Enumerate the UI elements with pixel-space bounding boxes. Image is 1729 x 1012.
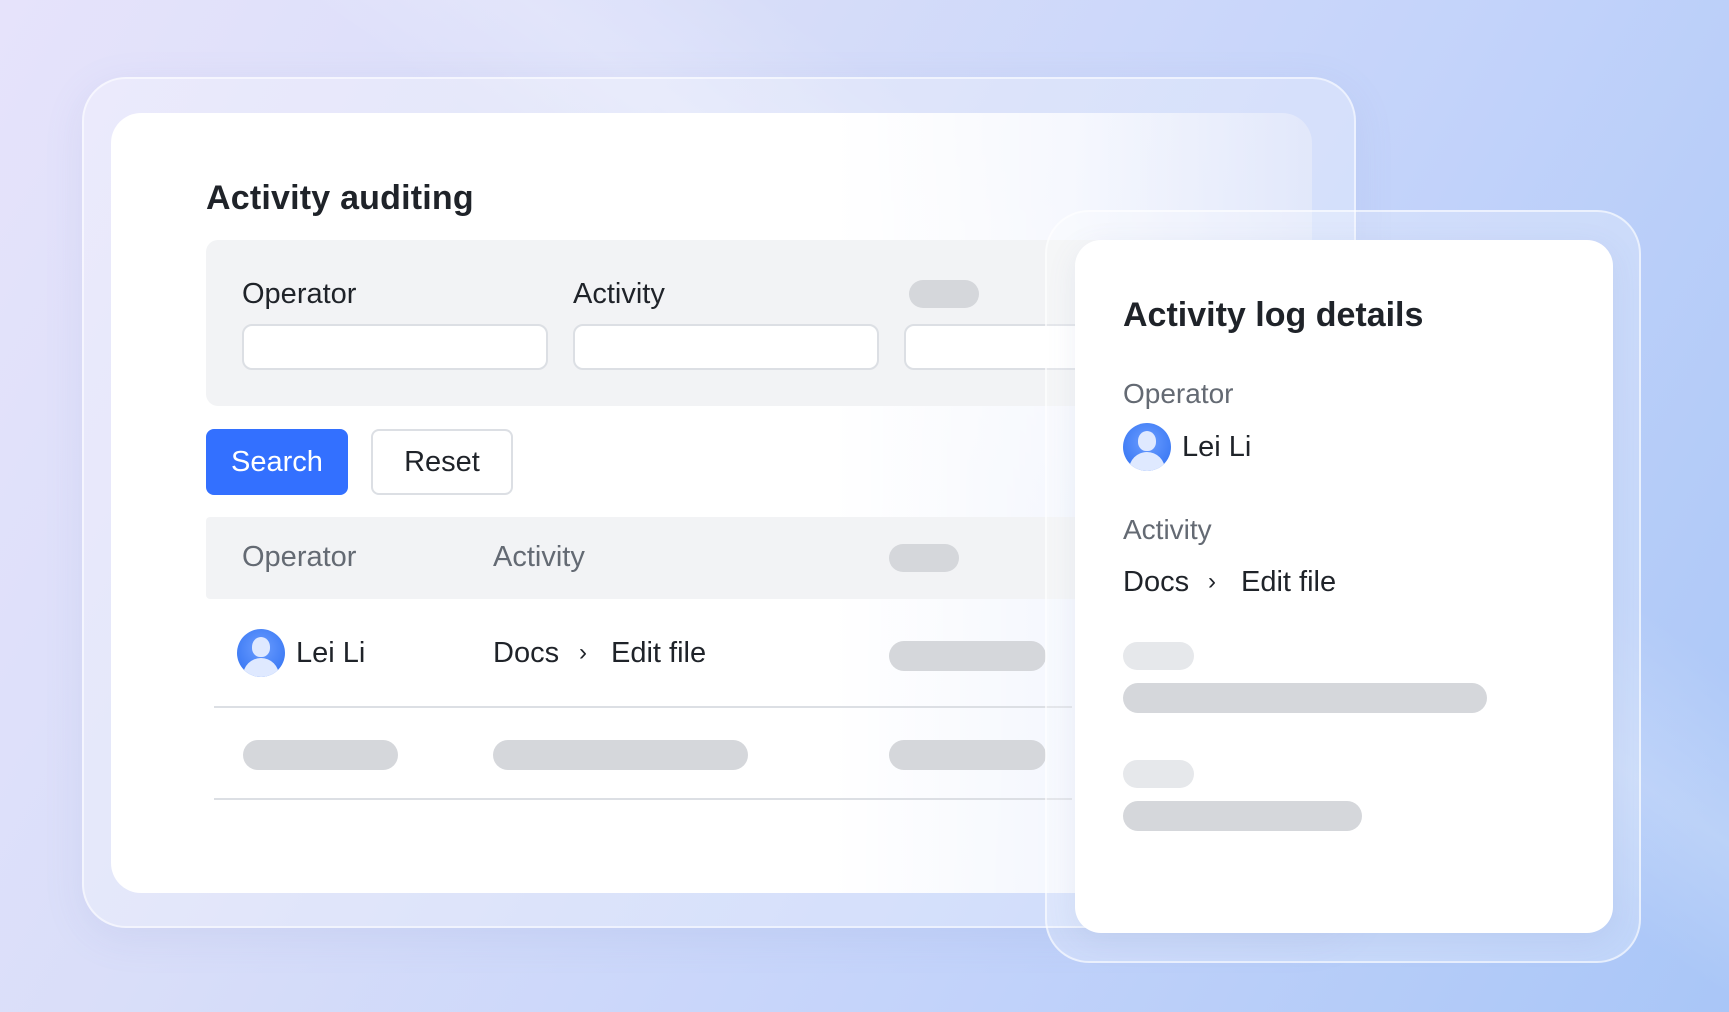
skeleton-value — [1123, 683, 1487, 713]
details-operator-name: Lei Li — [1182, 431, 1252, 463]
chevron-right-icon: › — [1208, 568, 1216, 595]
activity-filter-input[interactable] — [573, 324, 879, 370]
user-avatar-icon — [1123, 423, 1171, 471]
reset-button[interactable]: Reset — [371, 429, 513, 495]
table-row-placeholder — [214, 708, 1072, 800]
row-value-placeholder — [889, 641, 1046, 671]
skeleton-cell — [243, 740, 398, 770]
details-title: Activity log details — [1123, 296, 1424, 334]
row-operator-name: Lei Li — [296, 637, 366, 669]
table-header-operator: Operator — [242, 541, 357, 573]
table-header-activity: Activity — [493, 541, 585, 573]
table-row[interactable]: Lei Li Docs › Edit file — [214, 599, 1072, 708]
skeleton-cell — [889, 740, 1046, 770]
details-activity-label: Activity — [1123, 514, 1212, 545]
filter-label-placeholder — [909, 280, 979, 308]
skeleton-value — [1123, 801, 1362, 831]
details-activity-app: Docs — [1123, 566, 1190, 598]
chevron-right-icon: › — [579, 639, 587, 666]
activity-filter-label: Activity — [573, 278, 665, 310]
row-activity-app: Docs — [493, 637, 560, 669]
skeleton-cell — [493, 740, 748, 770]
operator-filter-input[interactable] — [242, 324, 548, 370]
page-title: Activity auditing — [206, 179, 474, 217]
skeleton-label — [1123, 760, 1194, 788]
activity-log-details-panel: Activity log details Operator Lei Li Act… — [1075, 240, 1613, 933]
skeleton-label — [1123, 642, 1194, 670]
details-activity-action: Edit file — [1241, 566, 1337, 598]
row-activity-action: Edit file — [611, 637, 707, 669]
details-operator-label: Operator — [1123, 378, 1234, 409]
user-avatar-icon — [237, 629, 285, 677]
table-header-placeholder — [889, 544, 959, 572]
search-button[interactable]: Search — [206, 429, 348, 495]
operator-filter-label: Operator — [242, 278, 357, 310]
